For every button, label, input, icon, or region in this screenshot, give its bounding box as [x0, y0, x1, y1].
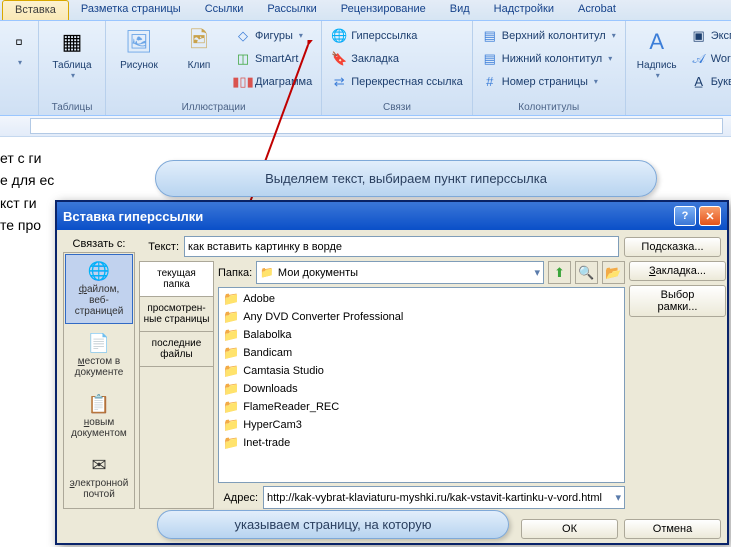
list-item[interactable]: 📁Downloads	[221, 380, 622, 398]
tab-acrobat[interactable]: Acrobat	[566, 0, 628, 20]
list-item[interactable]: 📁Any DVD Converter Professional	[221, 308, 622, 326]
group-links: 🌐Гиперссылка 🔖Закладка ⇄Перекрестная ссы…	[322, 21, 473, 115]
dropcap-button[interactable]: A̲Букви	[688, 70, 731, 93]
list-item[interactable]: 📁Inet-trade	[221, 434, 622, 452]
up-button[interactable]: ⬆	[548, 261, 571, 284]
wordart-icon: 𝒜	[691, 51, 707, 67]
ribbon-tabs: Вставка Разметка страницы Ссылки Рассылк…	[0, 0, 731, 21]
express-button[interactable]: ▣Экспр	[688, 24, 731, 47]
folder-icon: 📁	[223, 381, 239, 397]
wordart-button[interactable]: 𝒜Word	[688, 47, 731, 70]
folder-icon: 📁	[223, 345, 239, 361]
parts-icon: ▣	[691, 28, 707, 44]
folder-select[interactable]: 📁Мои документы▾	[256, 261, 544, 284]
table-icon: ▦	[56, 26, 88, 58]
textbox-button[interactable]: AНадпись▾	[632, 24, 682, 82]
annotation-bubble-2: указываем страницу, на которую	[157, 510, 509, 539]
browse-web-button[interactable]: 🔍	[575, 261, 598, 284]
annotation-bubble-1: Выделяем текст, выбираем пункт гиперссыл…	[155, 160, 657, 197]
folder-icon: 📁	[223, 363, 239, 379]
group-unknown: ▫▾	[0, 21, 39, 115]
address-input[interactable]: http://kak-vybrat-klaviaturu-myshki.ru/k…	[263, 486, 625, 509]
ruler	[0, 116, 731, 137]
browse-tab-recent[interactable]: последние файлы	[140, 332, 213, 367]
tab-layout[interactable]: Разметка страницы	[69, 0, 193, 20]
list-item[interactable]: 📁FlameReader_REC	[221, 398, 622, 416]
footer-button[interactable]: ▤Нижний колонтитул▾	[479, 47, 619, 70]
cancel-button[interactable]: Отмена	[624, 519, 721, 539]
pagenum-icon: #	[482, 74, 498, 90]
folder-icon: 📁	[223, 417, 239, 433]
tab-review[interactable]: Рецензирование	[329, 0, 438, 20]
link-type-panel: 🌐файлом, веб-страницей 📄местом в докумен…	[63, 252, 135, 509]
page-icon: ▫	[3, 26, 35, 58]
group-headfoot: ▤Верхний колонтитул▾ ▤Нижний колонтитул▾…	[473, 21, 626, 115]
bookmark-button[interactable]: 🔖Закладка	[328, 47, 466, 70]
pagenum-button[interactable]: #Номер страницы▾	[479, 70, 619, 93]
textbox-icon: A	[641, 26, 673, 58]
dialog-title: Вставка гиперссылки	[63, 209, 203, 224]
folder-icon: 📁	[223, 435, 239, 451]
group-tables: ▦Таблица▾ Таблицы	[39, 21, 106, 115]
text-label: Текст:	[139, 241, 179, 253]
hyperlink-dialog: Вставка гиперссылки ? ✕ Связать с: 🌐файл…	[55, 200, 729, 545]
tab-addins[interactable]: Надстройки	[482, 0, 566, 20]
browse-tab-browsed[interactable]: просмотрен-ные страницы	[140, 297, 213, 332]
ribbon: ▫▾ ▦Таблица▾ Таблицы 🖼Рисунок 🖻Клип ◇Фиг…	[0, 21, 731, 116]
folder-icon: 📁	[223, 309, 239, 325]
tab-view[interactable]: Вид	[438, 0, 482, 20]
place-icon: 📄	[68, 333, 130, 354]
dropcap-icon: A̲	[691, 74, 707, 90]
globe-icon: 🌐	[331, 28, 347, 44]
list-item[interactable]: 📁Bandicam	[221, 344, 622, 362]
list-item[interactable]: 📁Adobe	[221, 290, 622, 308]
unknown-button[interactable]: ▫▾	[6, 24, 32, 69]
group-label-tables: Таблицы	[45, 100, 99, 115]
group-text: AНадпись▾ ▣Экспр 𝒜Word A̲Букви	[626, 21, 731, 115]
link-opt-newdoc[interactable]: 📋новым документом	[65, 387, 133, 446]
dialog-titlebar: Вставка гиперссылки ? ✕	[57, 202, 727, 230]
tab-insert[interactable]: Вставка	[2, 0, 69, 20]
address-label: Адрес:	[218, 492, 258, 504]
ok-button[interactable]: ОК	[521, 519, 618, 539]
list-item[interactable]: 📁Camtasia Studio	[221, 362, 622, 380]
browse-file-button[interactable]: 📂	[602, 261, 625, 284]
browse-tab-current[interactable]: текущая папка	[140, 262, 213, 297]
crossref-icon: ⇄	[331, 74, 347, 90]
frame-button[interactable]: Выбор рамки...	[629, 285, 726, 317]
folder-icon: 📁	[223, 399, 239, 415]
link-opt-file[interactable]: 🌐файлом, веб-страницей	[65, 254, 133, 324]
folder-icon: 📁	[260, 266, 274, 279]
hyperlink-button[interactable]: 🌐Гиперссылка	[328, 24, 466, 47]
table-button[interactable]: ▦Таблица▾	[45, 24, 99, 82]
file-web-icon: 🌐	[68, 261, 130, 282]
tooltip-button[interactable]: Подсказка...	[624, 237, 721, 257]
newdoc-icon: 📋	[68, 394, 130, 415]
email-icon: ✉	[68, 455, 130, 476]
bookmark-dialog-button[interactable]: Закладка...	[629, 261, 726, 281]
group-label-links: Связи	[328, 100, 466, 115]
folder-label: Папка:	[218, 267, 252, 279]
linkwith-label: Связать с:	[63, 236, 135, 252]
tab-refs[interactable]: Ссылки	[193, 0, 256, 20]
group-label-headfoot: Колонтитулы	[479, 100, 619, 115]
list-item[interactable]: 📁HyperCam3	[221, 416, 622, 434]
folder-icon: 📁	[223, 291, 239, 307]
file-list[interactable]: 📁Adobe 📁Any DVD Converter Professional 📁…	[218, 287, 625, 483]
browse-tabs: текущая папка просмотрен-ные страницы по…	[139, 261, 214, 509]
link-opt-place[interactable]: 📄местом в документе	[65, 326, 133, 385]
header-icon: ▤	[482, 28, 498, 44]
help-button[interactable]: ?	[674, 206, 696, 226]
bookmark-icon: 🔖	[331, 51, 347, 67]
crossref-button[interactable]: ⇄Перекрестная ссылка	[328, 70, 466, 93]
text-input[interactable]	[184, 236, 619, 257]
folder-icon: 📁	[223, 327, 239, 343]
link-opt-email[interactable]: ✉электронной почтой	[65, 448, 133, 507]
header-button[interactable]: ▤Верхний колонтитул▾	[479, 24, 619, 47]
list-item[interactable]: 📁Balabolka	[221, 326, 622, 344]
footer-icon: ▤	[482, 51, 498, 67]
tab-mailings[interactable]: Рассылки	[255, 0, 328, 20]
close-button[interactable]: ✕	[699, 206, 721, 226]
